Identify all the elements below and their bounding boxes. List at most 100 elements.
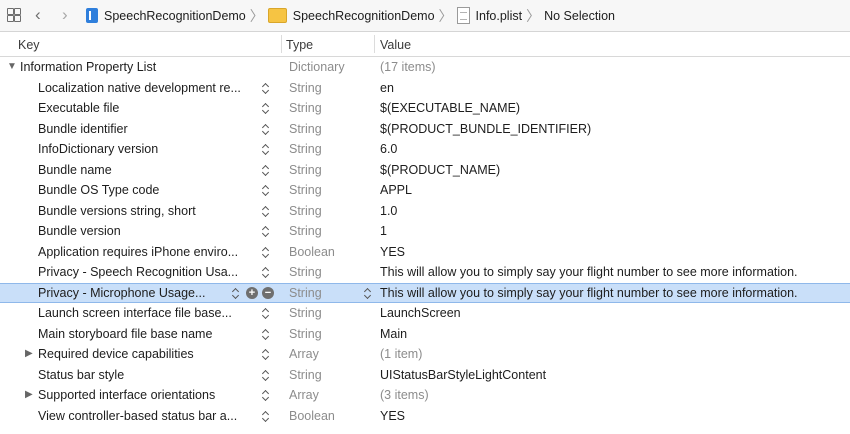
row-value[interactable]: This will allow you to simply say your f… <box>380 262 798 283</box>
row-value[interactable]: UIStatusBarStyleLightContent <box>380 365 546 386</box>
breadcrumb-project[interactable]: SpeechRecognitionDemo <box>86 8 246 23</box>
disclosure-expanded-icon[interactable]: ▼ <box>7 57 17 78</box>
key-stepper-icon[interactable] <box>262 81 270 95</box>
row-key: Bundle name <box>38 162 112 177</box>
row-value[interactable]: 6.0 <box>380 139 397 160</box>
key-stepper-icon[interactable] <box>262 368 270 382</box>
column-value[interactable]: Value <box>380 38 411 52</box>
project-icon <box>86 8 98 23</box>
row-key: Localization native development re... <box>38 80 241 95</box>
table-row[interactable]: ▶ Required device capabilities Array (1 … <box>0 344 850 365</box>
table-row[interactable]: Bundle identifier String $(PRODUCT_BUNDL… <box>0 119 850 140</box>
column-divider[interactable] <box>281 35 282 53</box>
breadcrumb-selection[interactable]: No Selection <box>544 9 615 23</box>
row-type: Array <box>289 347 319 361</box>
disclosure-collapsed-icon[interactable]: ▶ <box>25 344 33 365</box>
column-type[interactable]: Type <box>286 38 313 52</box>
key-stepper-icon[interactable] <box>262 224 270 238</box>
table-row[interactable]: InfoDictionary version String 6.0 <box>0 139 850 160</box>
key-stepper-icon[interactable] <box>262 163 270 177</box>
table-row[interactable]: Launch screen interface file base... Str… <box>0 303 850 324</box>
row-key: Supported interface orientations <box>38 388 216 402</box>
table-row[interactable]: Bundle version String 1 <box>0 221 850 242</box>
type-stepper-icon[interactable] <box>364 286 372 300</box>
key-stepper-icon[interactable] <box>262 409 270 423</box>
table-row[interactable]: Main storyboard file base name String Ma… <box>0 324 850 345</box>
row-value[interactable]: 1.0 <box>380 201 397 222</box>
row-value: (17 items) <box>380 60 436 74</box>
remove-row-icon[interactable]: − <box>262 286 274 299</box>
key-stepper-icon[interactable] <box>262 245 270 259</box>
key-stepper-icon[interactable] <box>232 286 240 300</box>
table-row[interactable]: Status bar style String UIStatusBarStyle… <box>0 365 850 386</box>
breadcrumb: SpeechRecognitionDemo 〉 SpeechRecognitio… <box>86 0 615 31</box>
key-stepper-icon[interactable] <box>262 327 270 341</box>
plist-table: ▼ Information Property List Dictionary (… <box>0 57 850 426</box>
row-type: String <box>289 224 322 238</box>
row-key: InfoDictionary version <box>38 142 159 156</box>
row-value[interactable]: Main <box>380 324 407 345</box>
breadcrumb-separator-icon: 〉 <box>249 7 264 24</box>
row-type: Dictionary <box>289 60 345 74</box>
row-key: Launch screen interface file base... <box>38 306 232 320</box>
key-stepper-icon[interactable] <box>262 183 270 197</box>
row-type: String <box>289 265 322 279</box>
row-value[interactable]: 1 <box>380 221 387 242</box>
table-row[interactable]: Bundle name String $(PRODUCT_NAME) <box>0 160 850 181</box>
row-type: String <box>289 142 322 156</box>
breadcrumb-file[interactable]: Info.plist <box>456 7 522 24</box>
plist-file-icon <box>456 7 470 24</box>
breadcrumb-group[interactable]: SpeechRecognitionDemo <box>267 8 435 23</box>
row-type: String <box>289 326 322 341</box>
jump-bar: ‹ › SpeechRecognitionDemo 〉 SpeechRecogn… <box>0 0 850 32</box>
key-stepper-icon[interactable] <box>262 265 270 279</box>
disclosure-collapsed-icon[interactable]: ▶ <box>25 385 33 406</box>
row-key: Information Property List <box>20 60 157 74</box>
add-row-icon[interactable]: + <box>246 286 258 299</box>
related-items-icon[interactable] <box>7 8 21 22</box>
row-type: String <box>289 162 322 177</box>
row-type: String <box>289 203 322 218</box>
row-type: String <box>289 121 322 136</box>
row-type: Boolean <box>289 244 335 259</box>
table-row[interactable]: ▶ Supported interface orientations Array… <box>0 385 850 406</box>
row-value[interactable]: YES <box>380 406 405 427</box>
column-header: Key Type Value <box>0 32 850 57</box>
row-value[interactable]: $(PRODUCT_BUNDLE_IDENTIFIER) <box>380 119 591 140</box>
table-row[interactable]: View controller-based status bar a... Bo… <box>0 406 850 427</box>
table-row[interactable]: Application requires iPhone enviro... Bo… <box>0 242 850 263</box>
row-value[interactable]: This will allow you to simply say your f… <box>380 284 798 303</box>
table-row[interactable]: Bundle OS Type code String APPL <box>0 180 850 201</box>
row-value[interactable]: $(PRODUCT_NAME) <box>380 160 500 181</box>
table-row-selected[interactable]: Privacy - Microphone Usage... + − String… <box>0 282 850 303</box>
table-row[interactable]: Executable file String $(EXECUTABLE_NAME… <box>0 98 850 119</box>
table-row[interactable]: Privacy - Speech Recognition Usa... Stri… <box>0 262 850 283</box>
row-type: String <box>289 80 322 95</box>
row-key: Status bar style <box>38 367 125 382</box>
back-arrow-icon[interactable]: ‹ <box>35 6 41 24</box>
forward-arrow-icon[interactable]: › <box>62 6 68 24</box>
row-value[interactable]: YES <box>380 242 405 263</box>
table-row[interactable]: Bundle versions string, short String 1.0 <box>0 201 850 222</box>
key-stepper-icon[interactable] <box>262 306 270 320</box>
column-divider[interactable] <box>374 35 375 53</box>
row-key: Required device capabilities <box>38 347 194 361</box>
key-stepper-icon[interactable] <box>262 101 270 115</box>
key-stepper-icon[interactable] <box>262 142 270 156</box>
row-value[interactable]: LaunchScreen <box>380 303 461 324</box>
row-value[interactable]: $(EXECUTABLE_NAME) <box>380 98 520 119</box>
row-value[interactable]: APPL <box>380 180 412 201</box>
row-type: String <box>289 306 322 320</box>
table-row[interactable]: Localization native development re... St… <box>0 78 850 99</box>
folder-icon <box>267 8 287 23</box>
key-stepper-icon[interactable] <box>262 347 270 361</box>
table-row[interactable]: ▼ Information Property List Dictionary (… <box>0 57 850 78</box>
row-key: Bundle versions string, short <box>38 203 196 218</box>
row-value[interactable]: en <box>380 78 394 99</box>
column-key[interactable]: Key <box>18 38 40 52</box>
row-type: String <box>289 285 322 300</box>
key-stepper-icon[interactable] <box>262 204 270 218</box>
row-type: Array <box>289 388 319 402</box>
key-stepper-icon[interactable] <box>262 388 270 402</box>
key-stepper-icon[interactable] <box>262 122 270 136</box>
